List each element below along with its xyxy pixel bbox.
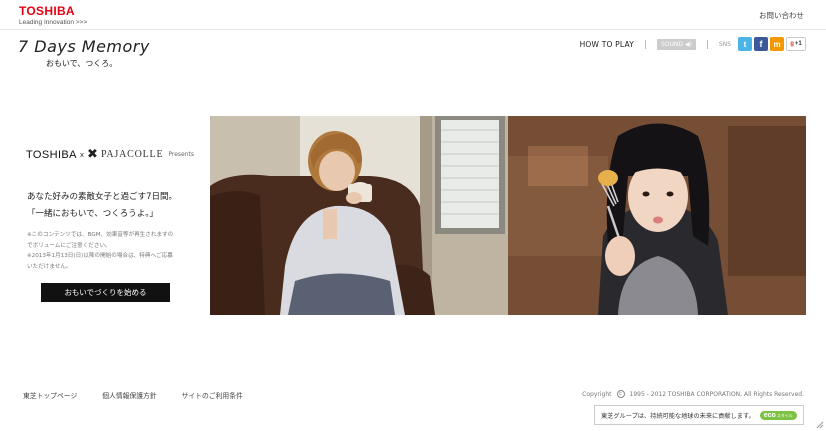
collab-x: x: [79, 150, 85, 159]
photo-girl-with-fork-image: [508, 116, 806, 315]
facebook-icon[interactable]: f: [754, 37, 768, 51]
footer-link-toshiba-top[interactable]: 東芝トップページ: [23, 390, 77, 400]
sound-toggle-button[interactable]: SOUND ◀): [656, 38, 696, 50]
footer-links: 東芝トップページ 個人情報保護方針 サイトのご利用条件: [23, 390, 268, 400]
google-plus-button[interactable]: g +1: [786, 37, 806, 51]
how-to-play-link[interactable]: HOW TO PLAY: [580, 40, 634, 49]
logo-tagline: Leading Innovation >>>: [19, 19, 88, 26]
pajacolle-mark-icon: ✖: [87, 147, 98, 162]
sns-label: SNS: [718, 40, 731, 48]
page-subtitle: おもいで、つくろ。: [46, 59, 118, 68]
note-line: ※2013年1月13日(日)以降の開始の場合は、特典へご応募: [27, 253, 173, 259]
copyright: Copyright c 1995 - 2012 TOSHIBA CORPORAT…: [582, 390, 804, 398]
lead-line-1: あなた好みの素敵女子と過ごす7日間。: [27, 192, 177, 202]
nav-divider: [706, 39, 708, 49]
photo-girl-with-mug: [210, 116, 508, 315]
logo-brand: TOSHIBA: [19, 4, 75, 18]
presents-label: Presents: [168, 151, 194, 158]
eco-badge-label: eco: [763, 411, 776, 419]
note-line: でボリュームにご注意ください。: [27, 242, 111, 249]
toshiba-logo[interactable]: TOSHIBA Leading Innovation >>>: [19, 5, 87, 27]
eco-style-logo: ecoスタイル: [759, 410, 797, 420]
copyright-prefix: Copyright: [582, 390, 612, 398]
start-button[interactable]: おもいでづくりを始める: [41, 283, 170, 302]
contact-link[interactable]: お問い合わせ: [759, 10, 804, 21]
footer-link-privacy[interactable]: 個人情報保護方針: [102, 390, 156, 400]
nav-divider: [644, 39, 646, 49]
photo-girl-with-mug-image: [210, 116, 508, 315]
lead-line-2: 「一緒におもいで、つくろうよ。」: [27, 209, 158, 219]
lead-copy: あなた好みの素敵女子と過ごす7日間。 「一緒におもいで、つくろうよ。」: [27, 189, 177, 223]
collab-logos: TOSHIBA x ✖ PAJACOLLE Presents: [26, 147, 194, 162]
copyright-icon: c: [616, 390, 625, 398]
footer-link-terms[interactable]: サイトのご利用条件: [182, 390, 243, 400]
top-nav: HOW TO PLAY SOUND ◀) SNS t f m g +1: [580, 37, 806, 51]
toshiba-wordmark: TOSHIBA: [26, 148, 77, 161]
pajacolle-logo: PAJACOLLE: [100, 149, 164, 160]
note-line: いただけません。: [27, 263, 72, 270]
google-plus-label: +1: [794, 41, 802, 47]
copyright-text: 1995 - 2012 TOSHIBA CORPORATION, All Rig…: [629, 390, 805, 398]
page-title: 7 Days Memory: [18, 37, 150, 56]
google-plus-icon: g: [790, 41, 794, 47]
note-line: ※このコンテンツでは、BGM、効果音等が再生されますの: [27, 232, 174, 238]
resize-grip-icon[interactable]: [816, 421, 824, 429]
eco-banner[interactable]: 東芝グループは、持続可能な地球の未来に貢献します。 ecoスタイル: [594, 405, 804, 425]
notes: ※このコンテンツでは、BGM、効果音等が再生されますの でボリュームにご注意くだ…: [27, 230, 173, 272]
site-header: TOSHIBA Leading Innovation >>> お問い合わせ: [0, 0, 826, 30]
mixi-icon[interactable]: m: [770, 37, 784, 51]
twitter-icon[interactable]: t: [738, 37, 752, 51]
photo-girl-with-fork: [508, 116, 806, 315]
eco-text: 東芝グループは、持続可能な地球の未来に貢献します。: [601, 412, 755, 420]
eco-badge-small: スタイル: [776, 412, 793, 418]
